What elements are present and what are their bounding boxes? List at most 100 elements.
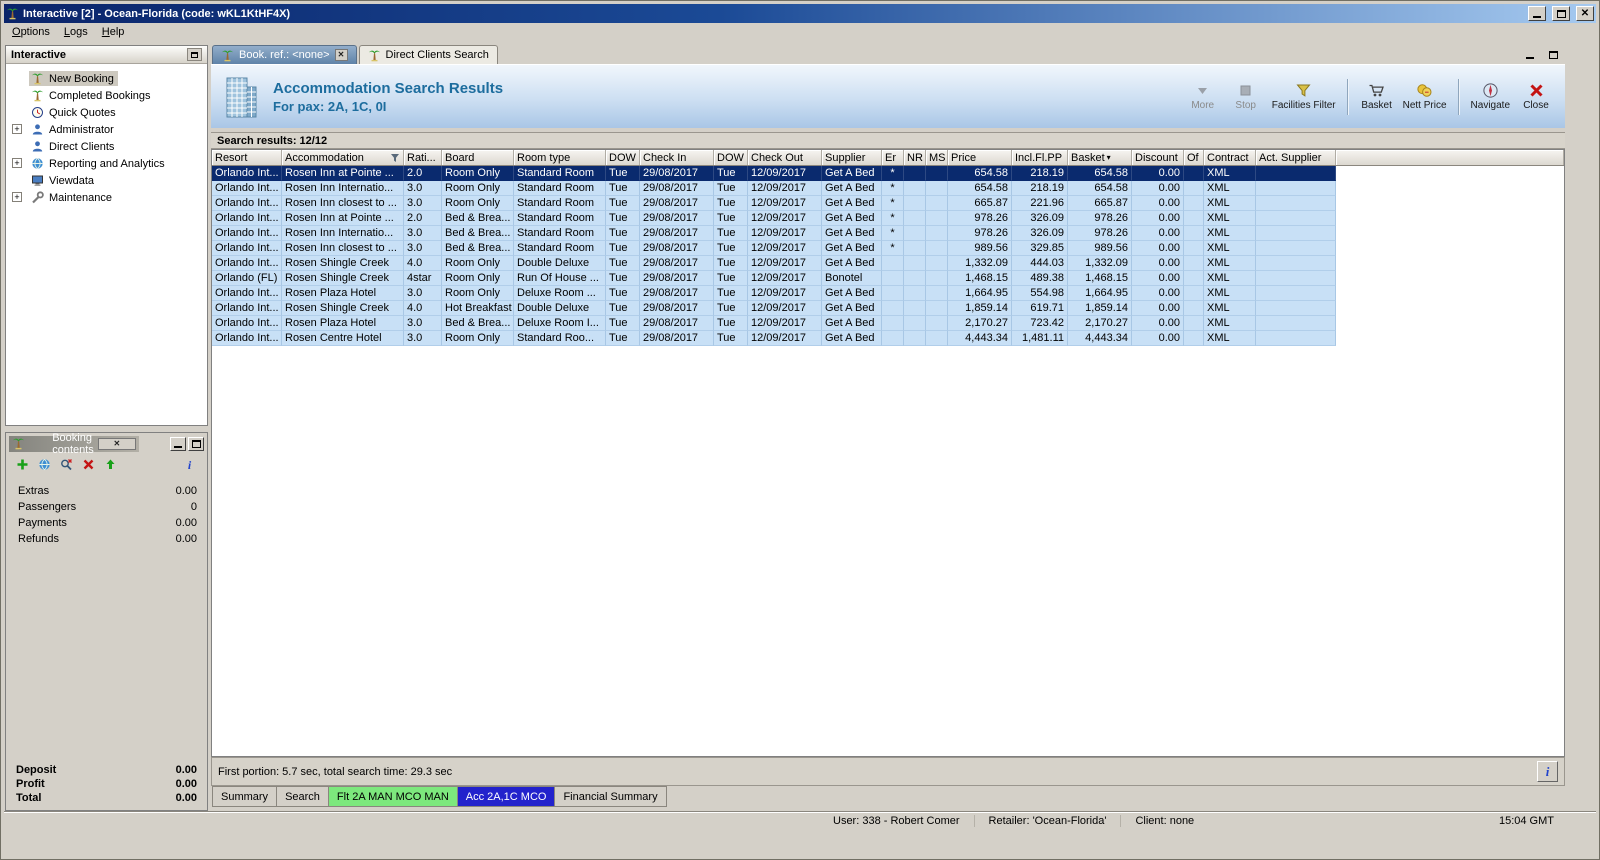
maximize-window-icon[interactable] bbox=[1552, 6, 1570, 21]
table-row[interactable]: Orlando Int... Rosen Inn Internatio... 3.0… bbox=[212, 181, 1336, 196]
table-row[interactable]: Orlando Int... Rosen Plaza Hotel 3.0 Bed & … bbox=[212, 316, 1336, 331]
more-button[interactable]: More bbox=[1186, 82, 1220, 111]
expand-toggle-icon[interactable]: + bbox=[12, 158, 22, 168]
basket-button[interactable]: Basket bbox=[1360, 82, 1394, 111]
mdi-minimize-icon[interactable] bbox=[1521, 47, 1539, 62]
sidebar-item-completed-bookings[interactable]: Completed Bookings bbox=[6, 87, 207, 104]
bottom-tab-acc-2a-1c-mco[interactable]: Acc 2A,1C MCO bbox=[456, 786, 556, 807]
column-header-check-out[interactable]: Check Out bbox=[748, 150, 822, 165]
menu-logs[interactable]: Logs bbox=[57, 25, 95, 39]
cell bbox=[1256, 316, 1336, 331]
column-header-act-supplier[interactable]: Act. Supplier bbox=[1256, 150, 1336, 165]
nett-price-button[interactable]: Nett Price bbox=[1403, 82, 1447, 111]
facilities-filter-button[interactable]: Facilities Filter bbox=[1272, 82, 1336, 111]
cell: Hot Breakfast bbox=[442, 301, 514, 316]
close-panel-icon[interactable]: ✕ bbox=[97, 437, 137, 450]
bottom-tab-summary[interactable]: Summary bbox=[212, 786, 278, 807]
bottom-tab-financial-summary[interactable]: Financial Summary bbox=[554, 786, 667, 807]
column-header-er[interactable]: Er bbox=[882, 150, 904, 165]
move-up-icon[interactable] bbox=[104, 458, 118, 472]
cell: 218.19 bbox=[1012, 166, 1068, 181]
cell: Orlando Int... bbox=[212, 301, 282, 316]
expand-toggle-icon[interactable]: + bbox=[12, 192, 22, 202]
cell bbox=[1184, 181, 1204, 196]
cell: 12/09/2017 bbox=[748, 196, 822, 211]
column-header-basket[interactable]: Basket ▾ bbox=[1068, 150, 1132, 165]
minimize-window-icon[interactable] bbox=[1528, 6, 1546, 21]
globe-icon bbox=[31, 157, 44, 170]
stop-button[interactable]: Stop bbox=[1229, 82, 1263, 111]
close-button[interactable]: Close bbox=[1519, 82, 1553, 111]
navigate-button[interactable]: Navigate bbox=[1471, 82, 1510, 111]
table-row[interactable]: Orlando Int... Rosen Inn Internatio... 3.0… bbox=[212, 226, 1336, 241]
column-header-discount[interactable]: Discount bbox=[1132, 150, 1184, 165]
sidebar-item-viewdata[interactable]: Viewdata bbox=[6, 172, 207, 189]
menu-options[interactable]: Options bbox=[5, 25, 57, 39]
globe-icon[interactable] bbox=[38, 458, 52, 472]
sidebar-item-maintenance[interactable]: + Maintenance bbox=[6, 189, 207, 206]
booking-contents-totals: Deposit 0.00 Profit 0.00 Total 0.00 bbox=[16, 763, 197, 805]
delete-red-icon[interactable] bbox=[82, 458, 96, 472]
add-icon[interactable] bbox=[16, 458, 30, 472]
mdi-restore-icon[interactable] bbox=[1544, 47, 1562, 62]
funnel-icon bbox=[1295, 82, 1312, 99]
column-header-room-type[interactable]: Room type bbox=[514, 150, 606, 165]
sidebar-item-reporting-and-analytics[interactable]: + Reporting and Analytics bbox=[6, 155, 207, 172]
column-header-resort[interactable]: Resort bbox=[212, 150, 282, 165]
column-header-rati[interactable]: Rati... bbox=[404, 150, 442, 165]
column-header-dow[interactable]: DOW bbox=[714, 150, 748, 165]
cell: Get A Bed bbox=[822, 196, 882, 211]
column-header-of[interactable]: Of bbox=[1184, 150, 1204, 165]
column-header-ms[interactable]: MS bbox=[926, 150, 948, 165]
cell: 0.00 bbox=[1132, 226, 1184, 241]
info-icon[interactable]: i bbox=[183, 458, 197, 472]
info-icon[interactable]: i bbox=[1537, 761, 1558, 782]
filter-icon[interactable] bbox=[390, 153, 400, 163]
close-window-icon[interactable]: ✕ bbox=[1576, 6, 1594, 21]
search-remove-icon[interactable] bbox=[60, 458, 74, 472]
booking-contents-tab[interactable]: Booking contents ✕ bbox=[9, 432, 139, 456]
column-header-contract[interactable]: Contract bbox=[1204, 150, 1256, 165]
table-row[interactable]: Orlando (FL) Rosen Shingle Creek 4star Room… bbox=[212, 271, 1336, 286]
sidebar-item-direct-clients[interactable]: Direct Clients bbox=[6, 138, 207, 155]
column-header-price[interactable]: Price bbox=[948, 150, 1012, 165]
expand-toggle-icon[interactable]: + bbox=[12, 124, 22, 134]
table-row[interactable]: Orlando Int... Rosen Shingle Creek 4.0 Hot … bbox=[212, 301, 1336, 316]
app-window: Interactive [2] - Ocean-Florida (code: w… bbox=[0, 0, 1600, 860]
table-row[interactable]: Orlando Int... Rosen Inn closest to ... 3.… bbox=[212, 196, 1336, 211]
bottom-tab-search[interactable]: Search bbox=[276, 786, 329, 807]
panel-collapse-icon[interactable] bbox=[187, 48, 202, 61]
table-row[interactable]: Orlando Int... Rosen Plaza Hotel 3.0 Room O… bbox=[212, 286, 1336, 301]
tab-direct-clients-search[interactable]: Direct Clients Search bbox=[358, 45, 498, 64]
tab-book-ref-none[interactable]: Book. ref.: <none> ✕ bbox=[212, 45, 357, 64]
menu-help[interactable]: Help bbox=[95, 25, 132, 39]
sidebar-item-administrator[interactable]: + Administrator bbox=[6, 121, 207, 138]
column-header-incl-fl-pp[interactable]: Incl.Fl.PP bbox=[1012, 150, 1068, 165]
table-row[interactable]: Orlando Int... Rosen Inn closest to ... 3.… bbox=[212, 241, 1336, 256]
column-header-accommodation[interactable]: Accommodation bbox=[282, 150, 404, 165]
cell: 0.00 bbox=[1132, 241, 1184, 256]
column-header-dow[interactable]: DOW bbox=[606, 150, 640, 165]
column-header-nr[interactable]: NR bbox=[904, 150, 926, 165]
cell: 3.0 bbox=[404, 226, 442, 241]
sidebar-item-new-booking[interactable]: New Booking bbox=[6, 70, 207, 87]
column-header-check-in[interactable]: Check In bbox=[640, 150, 714, 165]
cell: Tue bbox=[714, 256, 748, 271]
table-row[interactable]: Orlando Int... Rosen Shingle Creek 4.0 Room… bbox=[212, 256, 1336, 271]
cell: Get A Bed bbox=[822, 241, 882, 256]
bottom-tab-flt-2a-man-mco-man[interactable]: Flt 2A MAN MCO MAN bbox=[327, 786, 458, 807]
panel-minimize-icon[interactable] bbox=[170, 436, 186, 451]
table-row[interactable]: Orlando Int... Rosen Centre Hotel 3.0 Room … bbox=[212, 331, 1336, 346]
close-tab-icon[interactable]: ✕ bbox=[334, 49, 348, 61]
table-row[interactable]: Orlando Int... Rosen Inn at Pointe ... 2.0… bbox=[212, 211, 1336, 226]
panel-restore-icon[interactable] bbox=[188, 436, 204, 451]
sidebar-item-quick-quotes[interactable]: Quick Quotes bbox=[6, 104, 207, 121]
table-row[interactable]: Orlando Int... Rosen Inn at Pointe ... 2.0… bbox=[212, 166, 1336, 181]
stop-icon bbox=[1237, 82, 1254, 99]
cell bbox=[904, 331, 926, 346]
cell: 978.26 bbox=[1068, 211, 1132, 226]
palm-tree-icon bbox=[12, 437, 48, 450]
column-header-board[interactable]: Board bbox=[442, 150, 514, 165]
column-header-supplier[interactable]: Supplier bbox=[822, 150, 882, 165]
cell: Deluxe Room ... bbox=[514, 286, 606, 301]
